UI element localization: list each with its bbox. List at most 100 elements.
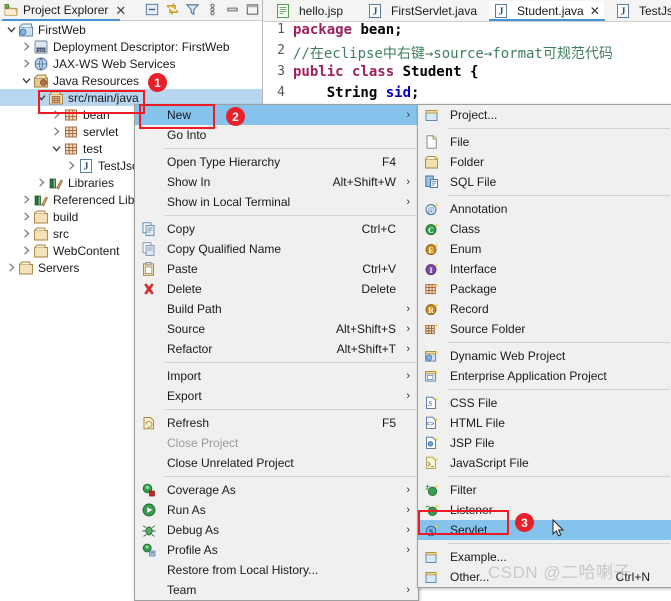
menu-item-source[interactable]: Source Alt+Shift+S › <box>135 319 418 339</box>
minimize-icon[interactable] <box>225 2 240 17</box>
menu-item-coverage-as[interactable]: Coverage As › <box>135 480 418 500</box>
menu-item-import[interactable]: Import › <box>135 366 418 386</box>
menu-item-new[interactable]: New › <box>135 105 418 125</box>
menu-item-go-into[interactable]: Go Into <box>135 125 418 145</box>
menu-item-project[interactable]: Project... <box>418 105 671 125</box>
menu-item-class[interactable]: C Class <box>418 219 671 239</box>
view-menu-icon[interactable] <box>205 2 220 17</box>
close-icon[interactable]: ✕ <box>590 4 600 18</box>
menu-item-source-folder[interactable]: Source Folder <box>418 319 671 339</box>
tree-item-firstweb[interactable]: FirstWeb <box>0 21 262 38</box>
css-file-icon: S <box>426 396 439 410</box>
chevron-down-icon[interactable] <box>21 75 32 86</box>
menu-separator <box>448 195 670 196</box>
menu-item-restore-from-local-history[interactable]: Restore from Local History... <box>135 560 418 580</box>
menu-item-shortcut: Alt+Shift+T <box>336 342 396 356</box>
context-menu[interactable]: New › Go Into Open Type Hierarchy F4 Show In A… <box>134 104 419 601</box>
chevron-right-icon[interactable] <box>6 262 17 273</box>
menu-item-package[interactable]: Package <box>418 279 671 299</box>
tree-item-label: build <box>53 209 79 224</box>
menu-item-servlet[interactable]: S Servlet <box>418 520 671 540</box>
package-new-icon <box>425 283 439 295</box>
tree-item-label: src/main/java <box>68 90 139 105</box>
chevron-right-icon[interactable] <box>21 58 32 69</box>
menu-item-jsp-file[interactable]: JSP File <box>418 433 671 453</box>
step-badge-2: 2 <box>226 107 245 126</box>
menu-item-enum[interactable]: E Enum <box>418 239 671 259</box>
svg-text:E: E <box>428 246 433 255</box>
menu-item-show-in[interactable]: Show In Alt+Shift+W › <box>135 172 418 192</box>
menu-item-listener[interactable]: Listener <box>418 500 671 520</box>
close-icon[interactable]: ✕ <box>115 4 126 17</box>
chevron-down-icon[interactable] <box>36 92 47 103</box>
run-icon <box>142 503 156 517</box>
tree-item-java-resources[interactable]: Java Resources <box>0 72 262 89</box>
menu-item-sql-file[interactable]: SQL File <box>418 172 671 192</box>
tab-project-explorer[interactable]: Project Explorer ✕ <box>2 1 128 19</box>
editor-tab-testjson-java[interactable]: J TestJson.java <box>611 1 671 20</box>
chevron-right-icon[interactable] <box>21 211 32 222</box>
tree-item-label: Java Resources <box>53 73 140 88</box>
menu-item-shortcut: Delete <box>361 282 396 296</box>
debug-icon <box>142 525 156 537</box>
project-explorer-icon <box>4 3 18 16</box>
refresh-icon <box>143 417 154 430</box>
filter-icon[interactable] <box>185 2 200 17</box>
chevron-right-icon[interactable] <box>51 109 62 120</box>
copy-qualified-icon <box>142 242 155 256</box>
new-submenu[interactable]: Project... File Folder SQL File @ Annotation C… <box>417 104 671 588</box>
tree-item-deployment-descriptor-firstweb[interactable]: 3.0 Deployment Descriptor: FirstWeb <box>0 38 262 55</box>
menu-item-file[interactable]: File <box>418 132 671 152</box>
menu-item-run-as[interactable]: Run As › <box>135 500 418 520</box>
chevron-down-icon[interactable] <box>6 24 17 35</box>
menu-item-annotation[interactable]: @ Annotation <box>418 199 671 219</box>
chevron-down-icon[interactable] <box>51 143 62 154</box>
menu-item-export[interactable]: Export › <box>135 386 418 406</box>
menu-item-record[interactable]: R Record <box>418 299 671 319</box>
chevron-right-icon[interactable] <box>51 126 62 137</box>
menu-item-css-file[interactable]: S CSS File <box>418 393 671 413</box>
menu-item-dynamic-web-project[interactable]: Dynamic Web Project <box>418 346 671 366</box>
menu-item-delete[interactable]: Delete Delete <box>135 279 418 299</box>
menu-item-debug-as[interactable]: Debug As › <box>135 520 418 540</box>
chevron-right-icon[interactable] <box>66 160 77 171</box>
menu-item-paste[interactable]: Paste Ctrl+V <box>135 259 418 279</box>
collapse-all-icon[interactable] <box>145 2 160 17</box>
menu-item-build-path[interactable]: Build Path › <box>135 299 418 319</box>
chevron-right-icon[interactable] <box>36 177 47 188</box>
enum-icon: E <box>425 243 439 256</box>
menu-item-open-type-hierarchy[interactable]: Open Type Hierarchy F4 <box>135 152 418 172</box>
chevron-right-icon[interactable] <box>21 41 32 52</box>
menu-item-profile-as[interactable]: Profile As › <box>135 540 418 560</box>
editor-tab-firstservlet-java[interactable]: J FirstServlet.java <box>363 1 481 20</box>
menu-item-javascript-file[interactable]: JavaScript File <box>418 453 671 473</box>
editor-tab-hello-jsp[interactable]: hello.jsp <box>271 1 347 20</box>
menu-item-enterprise-application-project[interactable]: Enterprise Application Project <box>418 366 671 386</box>
copy-icon <box>142 222 155 236</box>
tree-item-jax-ws-web-services[interactable]: JAX-WS Web Services <box>0 55 262 72</box>
menu-item-refresh[interactable]: Refresh F5 <box>135 413 418 433</box>
menu-item-filter[interactable]: Filter <box>418 480 671 500</box>
jsp-new-icon <box>426 436 439 450</box>
chevron-right-icon[interactable] <box>21 245 32 256</box>
menu-item-show-in-local-terminal[interactable]: Show in Local Terminal › <box>135 192 418 212</box>
menu-item-close-unrelated-project[interactable]: Close Unrelated Project <box>135 453 418 473</box>
menu-item-html-file[interactable]: <> HTML File <box>418 413 671 433</box>
menu-item-copy-qualified-name[interactable]: Copy Qualified Name <box>135 239 418 259</box>
active-editor-tab-underline <box>489 19 605 21</box>
maximize-icon[interactable] <box>245 2 260 17</box>
menu-item-refactor[interactable]: Refactor Alt+Shift+T › <box>135 339 418 359</box>
editor-tab-student-java[interactable]: J Student.java ✕ <box>489 1 604 20</box>
menu-item-label: Close Unrelated Project <box>167 456 294 470</box>
menu-item-folder[interactable]: Folder <box>418 152 671 172</box>
libraries-icon <box>49 178 63 189</box>
menu-item-label: Import <box>167 369 202 383</box>
chevron-right-icon[interactable] <box>21 194 32 205</box>
link-with-editor-icon[interactable] <box>165 2 180 17</box>
menu-item-shortcut: F4 <box>381 155 396 169</box>
menu-item-interface[interactable]: I Interface <box>418 259 671 279</box>
chevron-right-icon[interactable] <box>21 228 32 239</box>
source-folder-icon <box>49 91 63 104</box>
menu-item-copy[interactable]: Copy Ctrl+C <box>135 219 418 239</box>
menu-item-team[interactable]: Team › <box>135 580 418 600</box>
